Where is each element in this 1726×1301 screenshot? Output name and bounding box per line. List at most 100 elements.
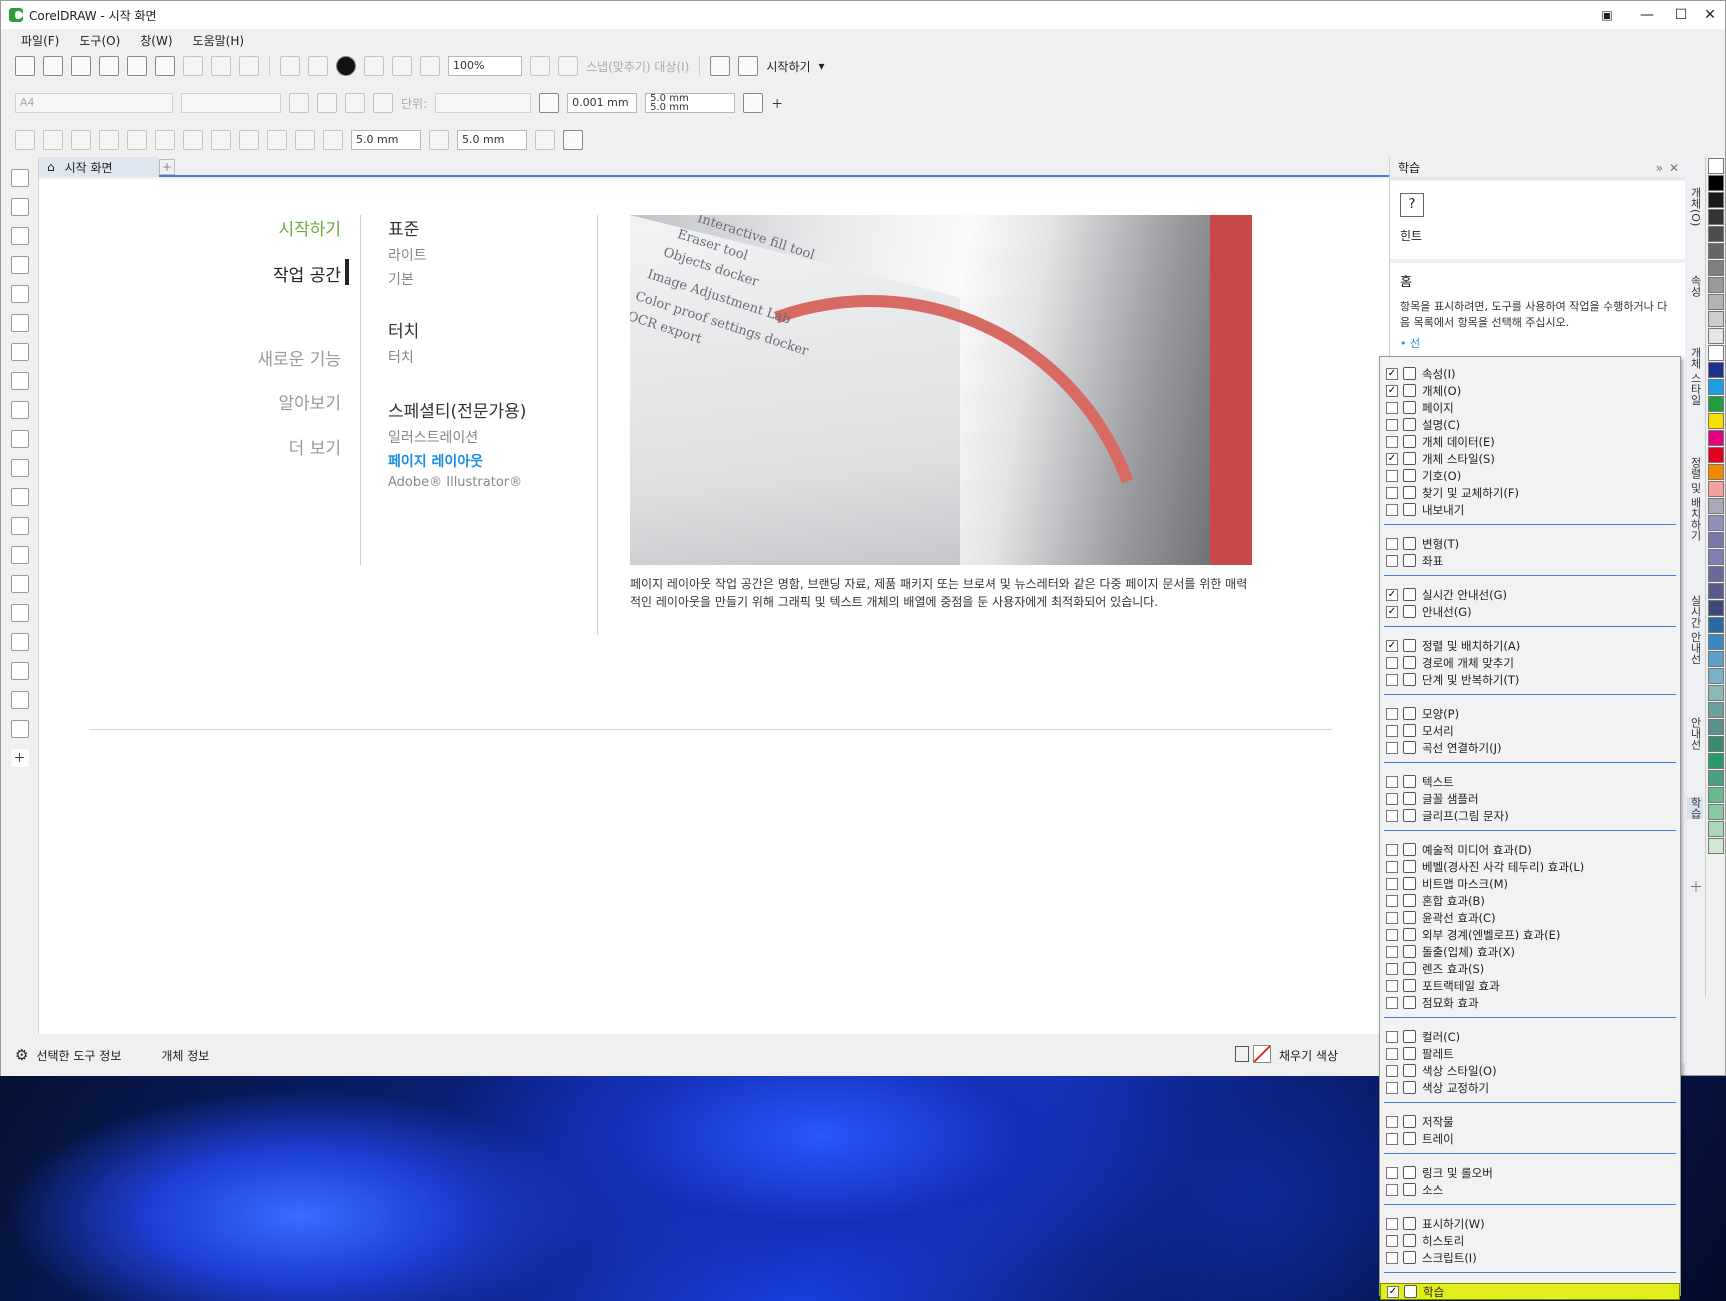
- menu-item[interactable]: 색상 교정하기: [1380, 1079, 1680, 1096]
- menu-checkbox[interactable]: [1386, 962, 1398, 975]
- menu-item[interactable]: ✓ 학습: [1380, 1283, 1680, 1300]
- menu-item[interactable]: ✓ 속성(I): [1380, 365, 1680, 382]
- zoom-tool-icon[interactable]: [10, 256, 29, 274]
- menu-item[interactable]: 글리프(그림 문자): [1380, 807, 1680, 824]
- palette-swatch[interactable]: [1707, 821, 1724, 837]
- docker-tab-properties[interactable]: 속성: [1687, 275, 1703, 297]
- shape-icon[interactable]: [71, 130, 91, 150]
- palette-swatch[interactable]: [1707, 719, 1724, 735]
- menu-checkbox[interactable]: [1386, 1251, 1398, 1264]
- lock-icon[interactable]: [43, 130, 63, 150]
- menu-item[interactable]: 페이지: [1380, 399, 1680, 416]
- menu-item[interactable]: 곡선 연결하기(J): [1380, 739, 1680, 756]
- menu-item[interactable]: 링크 및 롤오버: [1380, 1164, 1680, 1181]
- polygon-tool-icon[interactable]: [10, 430, 29, 448]
- menu-item[interactable]: ✓ 개체 스타일(S): [1380, 450, 1680, 467]
- add-icon[interactable]: ＋: [771, 95, 783, 112]
- menu-checkbox[interactable]: [1386, 741, 1398, 754]
- position-icon[interactable]: [127, 130, 147, 150]
- combine-icon[interactable]: [211, 130, 231, 150]
- rect-corner-icon[interactable]: [323, 130, 343, 150]
- group-icon[interactable]: [155, 130, 175, 150]
- corner-field-2[interactable]: 5.0 mm: [457, 130, 527, 150]
- transparency-tool-icon[interactable]: [10, 546, 29, 564]
- palette-swatch[interactable]: [1707, 447, 1724, 463]
- menu-item[interactable]: 내보내기: [1380, 501, 1680, 518]
- no-fill-swatch[interactable]: [1253, 1045, 1271, 1063]
- menu-checkbox[interactable]: ✓: [1386, 588, 1398, 601]
- palette-swatch[interactable]: [1707, 685, 1724, 701]
- options-gear-icon[interactable]: [710, 56, 731, 76]
- launch-dropdown[interactable]: 시작하기: [766, 58, 810, 75]
- palette-swatch[interactable]: [1707, 770, 1724, 786]
- copy-icon[interactable]: [211, 56, 231, 76]
- workspace-lite[interactable]: 라이트: [388, 245, 427, 265]
- all-pages-icon[interactable]: [345, 93, 365, 113]
- palette-swatch[interactable]: [1707, 549, 1724, 565]
- workspace-touch[interactable]: 터치: [388, 347, 414, 367]
- ungroup-icon[interactable]: [183, 130, 203, 150]
- menu-checkbox[interactable]: [1386, 1166, 1398, 1179]
- add-tool-icon[interactable]: ＋: [10, 749, 29, 767]
- menu-checkbox[interactable]: [1386, 1115, 1398, 1128]
- weld-icon[interactable]: [239, 130, 259, 150]
- smart-fill-tool-icon[interactable]: [10, 662, 29, 680]
- snap-icon[interactable]: [558, 56, 578, 76]
- menu-item[interactable]: 경로에 개체 맞추기: [1380, 654, 1680, 671]
- palette-swatch[interactable]: [1707, 668, 1724, 684]
- import-icon[interactable]: [364, 56, 384, 76]
- palette-swatch[interactable]: [1707, 634, 1724, 650]
- menu-help[interactable]: 도움말(H): [183, 32, 255, 49]
- nav-learn[interactable]: 알아보기: [278, 389, 341, 414]
- trim-icon[interactable]: [267, 130, 287, 150]
- palette-swatch[interactable]: [1707, 651, 1724, 667]
- menu-item[interactable]: ✓ 실시간 안내선(G): [1380, 586, 1680, 603]
- palette-swatch[interactable]: [1707, 294, 1724, 310]
- menu-checkbox[interactable]: [1386, 877, 1398, 890]
- upload-icon[interactable]: [127, 56, 147, 76]
- menu-item[interactable]: 윤곽선 효과(C): [1380, 909, 1680, 926]
- palette-swatch[interactable]: [1707, 532, 1724, 548]
- menu-item[interactable]: 트레이: [1380, 1130, 1680, 1147]
- corel-connect-icon[interactable]: [336, 56, 356, 76]
- add-docker-icon[interactable]: ＋: [1689, 877, 1703, 897]
- docker-tab-guides[interactable]: 안내선: [1687, 717, 1703, 750]
- menu-item[interactable]: 혼합 효과(B): [1380, 892, 1680, 909]
- menu-checkbox[interactable]: [1386, 469, 1398, 482]
- landscape-icon[interactable]: [317, 93, 337, 113]
- menu-checkbox[interactable]: [1386, 996, 1398, 1009]
- menu-checkbox[interactable]: [1386, 945, 1398, 958]
- menu-checkbox[interactable]: [1386, 979, 1398, 992]
- menu-checkbox[interactable]: [1386, 401, 1398, 414]
- chevron-down-icon[interactable]: ▾: [819, 59, 825, 73]
- text-tool-icon[interactable]: [10, 459, 29, 477]
- portrait-icon[interactable]: [289, 93, 309, 113]
- shape-tool-icon[interactable]: [10, 198, 29, 216]
- menu-checkbox[interactable]: [1386, 1132, 1398, 1145]
- menu-checkbox[interactable]: [1386, 1064, 1398, 1077]
- drop-shadow-tool-icon[interactable]: [10, 517, 29, 535]
- palette-swatch[interactable]: [1707, 736, 1724, 752]
- paste-icon[interactable]: [239, 56, 259, 76]
- menu-checkbox[interactable]: [1386, 503, 1398, 516]
- menu-checkbox[interactable]: [1386, 554, 1398, 567]
- padlock-icon[interactable]: [535, 130, 555, 150]
- units-combo[interactable]: [435, 93, 532, 113]
- menu-checkbox[interactable]: ✓: [1386, 384, 1398, 397]
- menu-item[interactable]: 저작물: [1380, 1113, 1680, 1130]
- palette-swatch[interactable]: [1707, 192, 1724, 208]
- pdf-icon[interactable]: [420, 56, 440, 76]
- new-tab-icon[interactable]: +: [159, 159, 175, 175]
- palette-swatch[interactable]: [1707, 345, 1724, 361]
- docker-tab-object-styles[interactable]: 개체 스타일: [1687, 347, 1703, 406]
- artistic-media-tool-icon[interactable]: [10, 343, 29, 361]
- menu-checkbox[interactable]: [1386, 1081, 1398, 1094]
- export-icon[interactable]: [392, 56, 412, 76]
- menu-item[interactable]: 텍스트: [1380, 773, 1680, 790]
- palette-swatch[interactable]: [1707, 260, 1724, 276]
- menu-item[interactable]: 모양(P): [1380, 705, 1680, 722]
- menu-item[interactable]: 렌즈 효과(S): [1380, 960, 1680, 977]
- menu-checkbox[interactable]: ✓: [1386, 605, 1398, 618]
- rect-corner-icon-2[interactable]: [429, 130, 449, 150]
- menu-checkbox[interactable]: [1386, 486, 1398, 499]
